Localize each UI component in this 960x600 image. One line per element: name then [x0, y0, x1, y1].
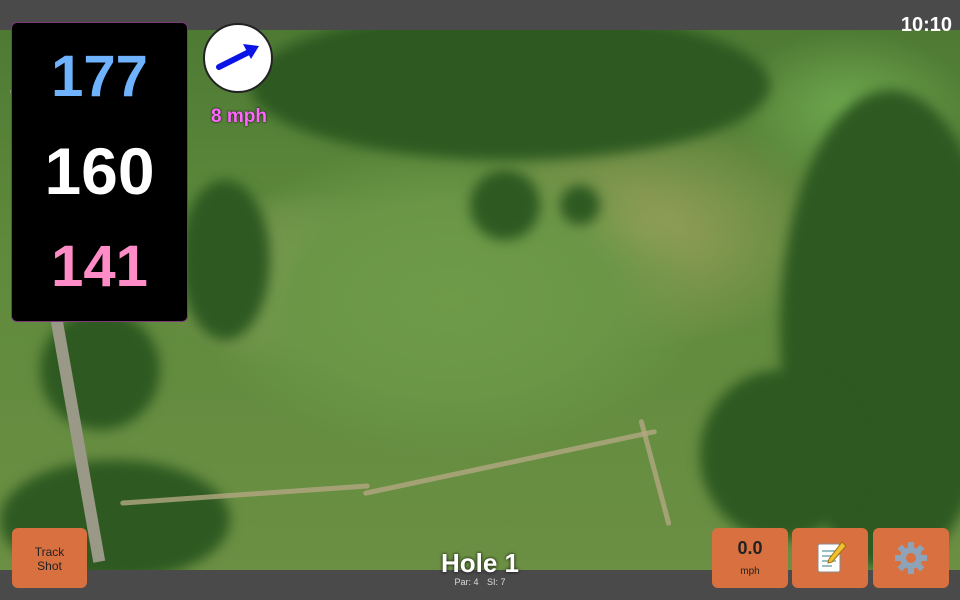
settings-button[interactable] — [873, 528, 949, 588]
wind-speed: 8 mph — [211, 106, 267, 127]
tree-cluster — [560, 185, 600, 225]
tree-cluster — [470, 170, 540, 240]
cart-path — [362, 428, 658, 497]
track-shot-button[interactable]: Track Shot — [12, 528, 87, 588]
notes-button[interactable] — [792, 528, 868, 588]
front-yardage: 141 — [51, 234, 148, 299]
hole-title: Hole 1 — [440, 548, 520, 578]
tree-cluster — [180, 180, 270, 340]
par-label: Par: 4 — [454, 577, 479, 587]
arrow-icon — [216, 44, 259, 70]
speed-button[interactable]: 0.0 mph — [712, 528, 788, 588]
speed-unit: mph — [740, 566, 760, 577]
notepad-icon — [817, 541, 847, 573]
middle-yardage: 160 — [44, 134, 155, 208]
stroke-index-label: SI: 7 — [487, 577, 506, 587]
wind-indicator — [203, 23, 273, 93]
cart-path — [638, 418, 672, 527]
clock: 10:10 — [900, 14, 952, 36]
yardage-panel: 177 160 141 — [11, 22, 188, 322]
hole-info: Par: 4 SI: 7 — [380, 577, 580, 587]
back-yardage: 177 — [51, 44, 148, 109]
tree-cluster — [250, 30, 770, 160]
tree-cluster — [700, 370, 860, 540]
gear-icon — [895, 542, 927, 574]
speed-value: 0.0 — [737, 538, 763, 558]
track-shot-label: Track Shot — [34, 545, 65, 573]
